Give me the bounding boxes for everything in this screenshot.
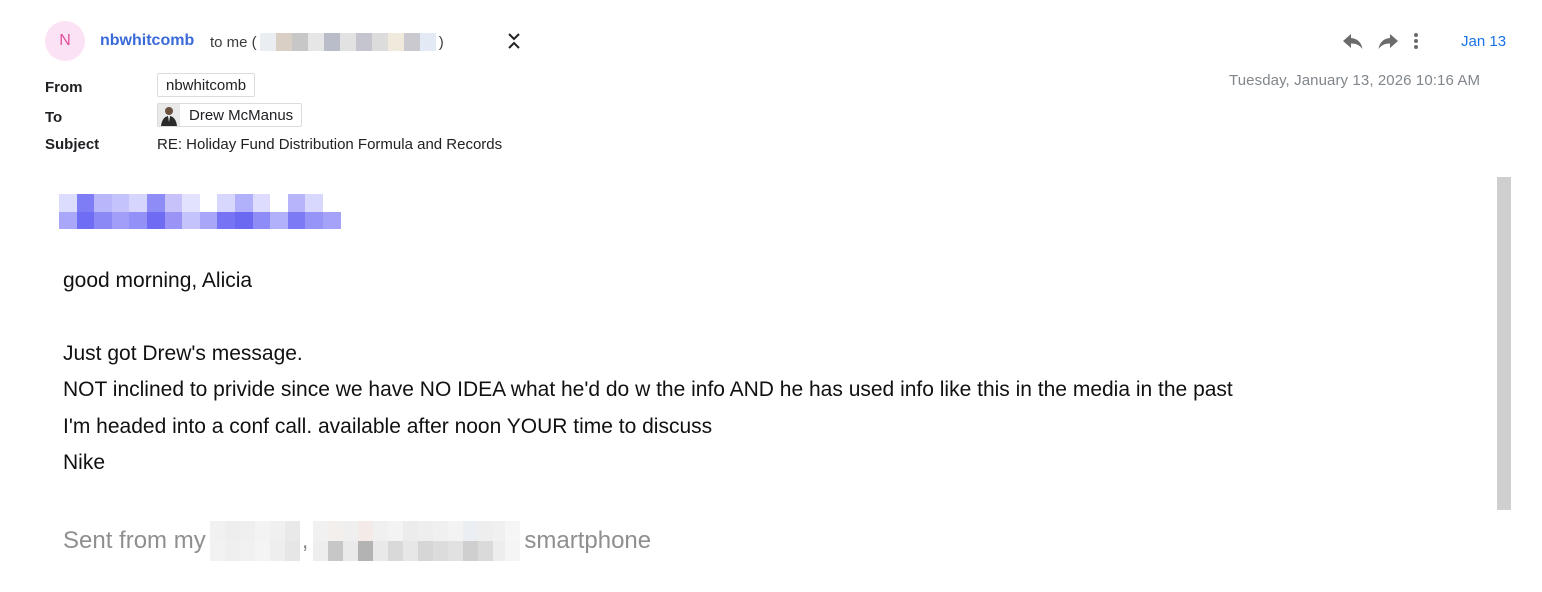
signature-line: Sent from my , smartphone [63, 521, 651, 561]
forward-icon[interactable] [1375, 30, 1401, 52]
body-line: Nike [63, 451, 106, 474]
body-greeting: good morning, Alicia [63, 269, 253, 292]
body-line: Just got Drew's message. [63, 342, 303, 365]
redacted-carrier-name [313, 521, 521, 561]
message-actions [1340, 30, 1431, 52]
contact-avatar [158, 104, 180, 126]
redacted-image-block [59, 194, 341, 229]
signature-prefix: Sent from my [63, 527, 206, 554]
more-vert-icon[interactable] [1410, 30, 1422, 52]
to-label: To [45, 109, 63, 126]
from-value: nbwhitcomb [166, 76, 247, 94]
reply-icon[interactable] [1340, 30, 1366, 52]
subject-label: Subject [45, 136, 100, 153]
redacted-email-address [259, 33, 436, 51]
subject-value: RE: Holiday Fund Distribution Formula an… [157, 136, 503, 153]
sender-avatar: N [45, 21, 85, 61]
signature-suffix: smartphone [524, 527, 652, 554]
sender-name[interactable]: nbwhitcomb [100, 32, 194, 50]
to-me-prefix: to me ( [210, 33, 257, 51]
redacted-device-brand [209, 521, 300, 561]
body-line: NOT inclined to privide since we have NO… [63, 378, 1233, 401]
scrollbar[interactable] [1497, 177, 1511, 510]
to-me-suffix: ) [438, 33, 444, 51]
recipients-summary: to me ( ) [210, 33, 444, 51]
date-short-link[interactable]: Jan 13 [1461, 33, 1506, 50]
to-value: Drew McManus [189, 106, 294, 124]
collapse-icon[interactable] [505, 30, 523, 52]
from-chip[interactable]: nbwhitcomb [157, 73, 256, 97]
date-full: Tuesday, January 13, 2026 10:16 AM [1229, 72, 1481, 89]
to-chip[interactable]: Drew McManus [157, 103, 303, 127]
from-label: From [45, 79, 83, 96]
body-line: I'm headed into a conf call. available a… [63, 415, 713, 438]
signature-comma: , [301, 527, 309, 554]
